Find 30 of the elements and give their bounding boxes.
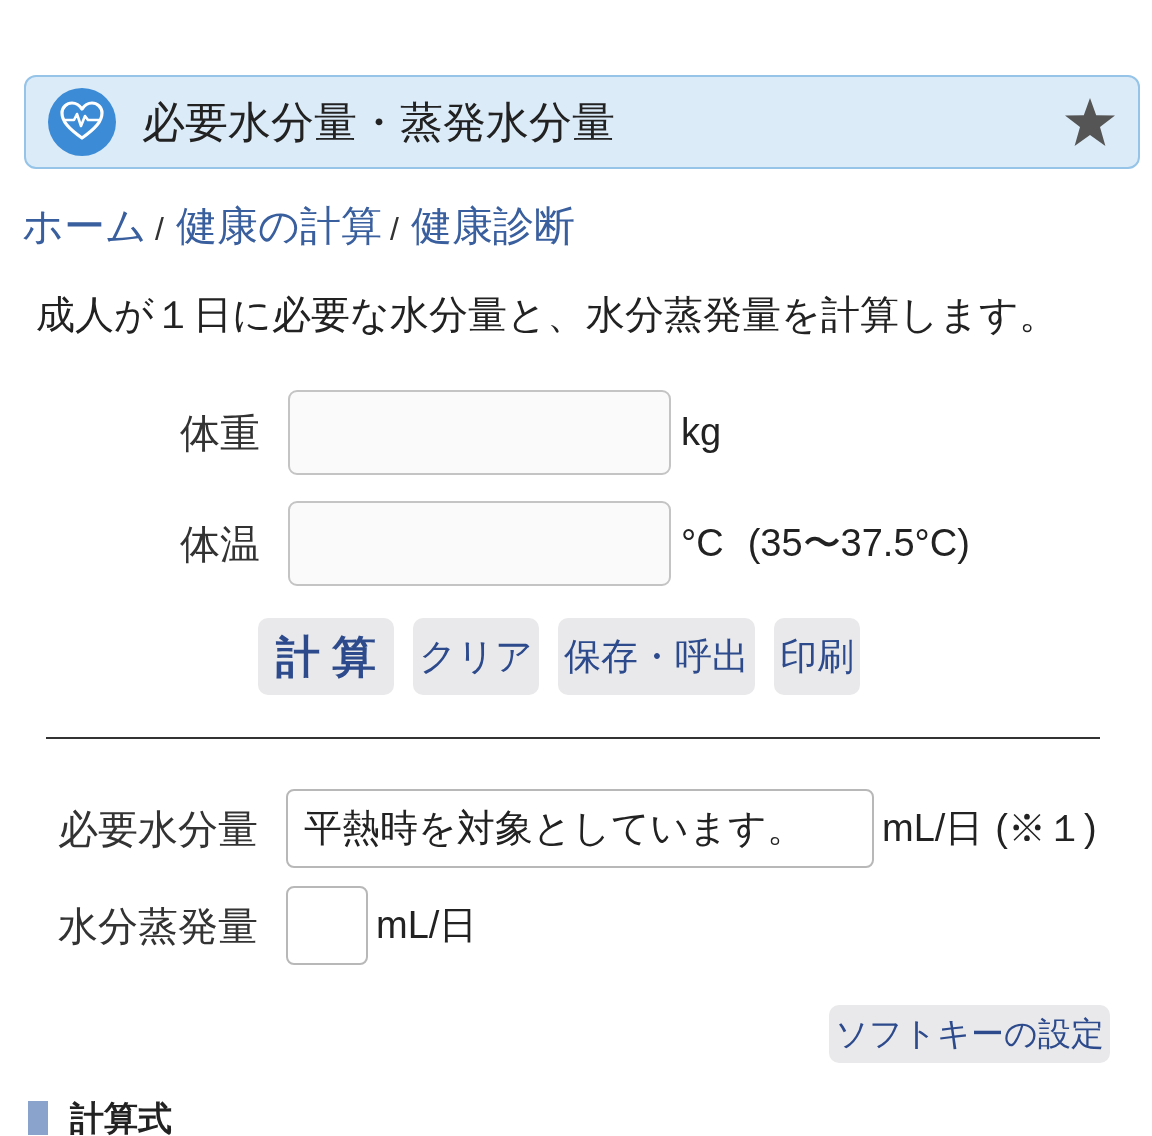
breadcrumb-link[interactable]: ホーム: [22, 203, 147, 249]
unit-label: °C: [681, 521, 724, 566]
action-button[interactable]: 保存・呼出: [558, 618, 756, 695]
action-button[interactable]: 印刷: [774, 618, 861, 695]
section-heading: 計算式: [28, 1101, 172, 1135]
result-field[interactable]: [286, 886, 368, 965]
result-label: 必要水分量: [58, 805, 259, 853]
favorite-button[interactable]: [1064, 97, 1116, 147]
action-button[interactable]: クリア: [413, 618, 540, 695]
footnote-mark: (※１): [995, 806, 1097, 851]
breadcrumb-link[interactable]: 健康診断: [410, 203, 575, 249]
field-label: 体重: [180, 410, 261, 455]
description-text: 成人が１日に必要な水分量と、水分蒸発量を計算します。: [36, 292, 1059, 338]
unit-label: mL/日: [376, 903, 478, 948]
softkey-settings-button[interactable]: ソフトキーの設定: [829, 1005, 1110, 1063]
result-label: 水分蒸発量: [58, 902, 259, 950]
star-icon: [1064, 97, 1116, 147]
range-note: (35〜37.5°C): [747, 521, 970, 566]
breadcrumb-separator: /: [155, 211, 164, 247]
input-field[interactable]: [288, 390, 671, 475]
heart-pulse-icon: [48, 88, 116, 156]
unit-label: mL/日: [882, 806, 984, 851]
unit-label: kg: [681, 410, 722, 455]
breadcrumb-link[interactable]: 健康の計算: [175, 203, 382, 249]
calculate-button[interactable]: 計 算: [258, 618, 395, 695]
page-title: 必要水分量・蒸発水分量: [142, 100, 615, 144]
result-field[interactable]: 平熱時を対象としています。: [286, 789, 874, 868]
field-label: 体温: [180, 521, 261, 566]
input-field[interactable]: [288, 501, 671, 586]
breadcrumb-separator: /: [389, 211, 399, 247]
